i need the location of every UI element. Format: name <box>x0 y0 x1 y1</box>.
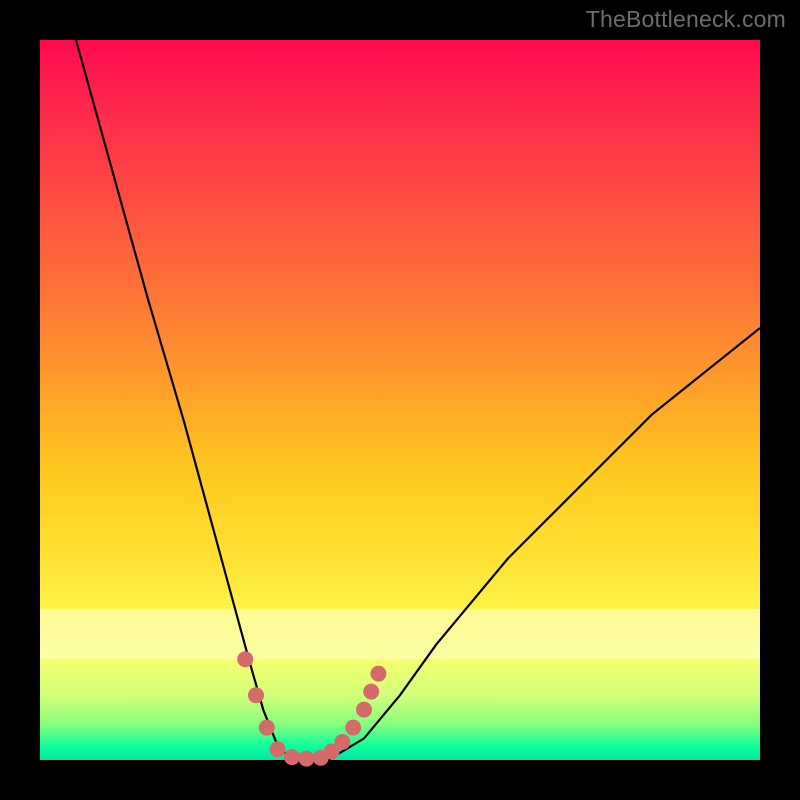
marker-dot <box>270 741 286 757</box>
bottleneck-curve <box>76 40 760 760</box>
marker-dot <box>345 720 361 736</box>
marker-dot <box>370 666 386 682</box>
highlight-markers <box>237 651 386 766</box>
watermark-text: TheBottleneck.com <box>586 6 786 33</box>
plot-area <box>40 40 760 760</box>
marker-dot <box>284 749 300 765</box>
marker-dot <box>248 687 264 703</box>
marker-dot <box>298 751 314 767</box>
marker-dot <box>259 720 275 736</box>
chart-frame: TheBottleneck.com <box>0 0 800 800</box>
marker-dot <box>334 734 350 750</box>
curve-layer <box>40 40 760 760</box>
marker-dot <box>356 702 372 718</box>
marker-dot <box>237 651 253 667</box>
marker-dot <box>363 684 379 700</box>
